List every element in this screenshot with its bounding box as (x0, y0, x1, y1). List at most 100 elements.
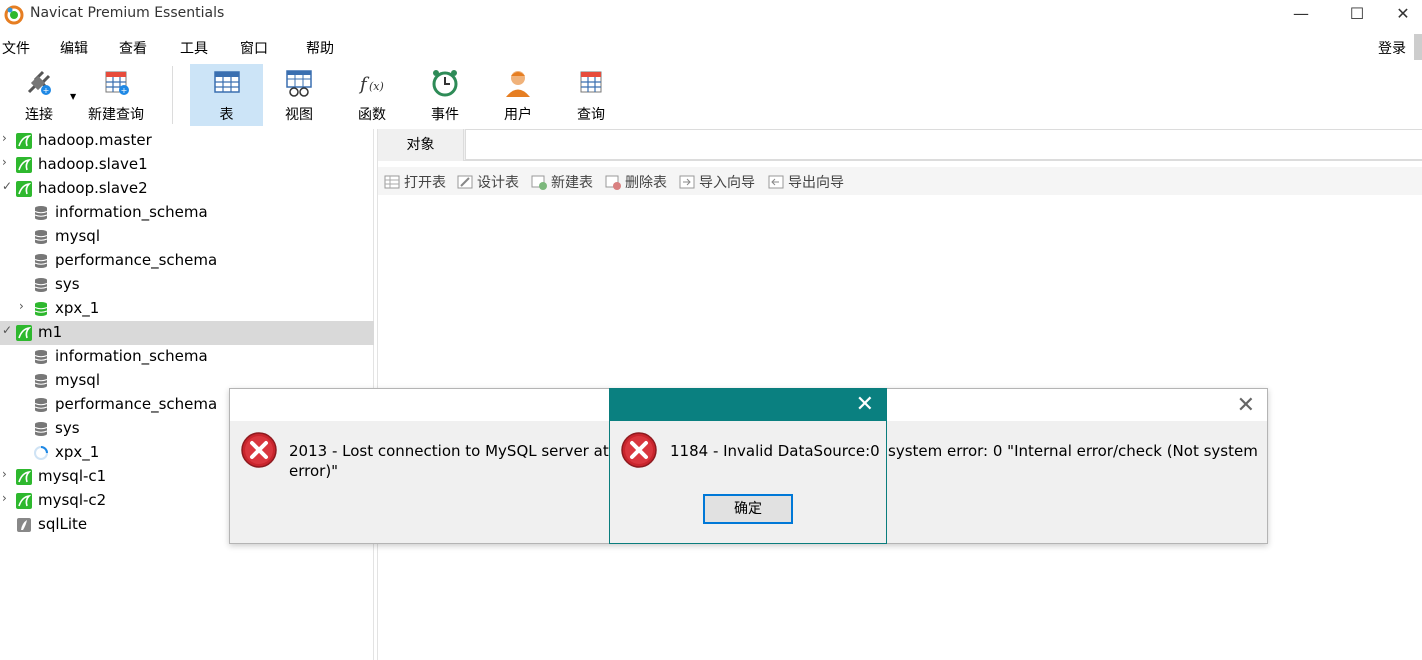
tree-item-label: performance_schema (55, 395, 218, 413)
view-icon (286, 70, 312, 97)
tree-item-label: sys (55, 419, 80, 437)
tree-connection-row[interactable]: › hadoop.master (0, 129, 374, 153)
tree-item-label: hadoop.master (38, 131, 152, 149)
dialog-message: 1184 - Invalid DataSource:0 (670, 442, 880, 460)
export-wizard-button[interactable]: 导出向导 (768, 172, 844, 192)
chevron-right-icon[interactable]: › (2, 131, 14, 145)
object-toolbar: 打开表 设计表 新建表 删除表 导入向导 导出向导 (378, 167, 1422, 195)
open-table-icon (384, 175, 400, 189)
minimize-button[interactable]: — (1278, 0, 1324, 30)
tree-item-label: mysql (55, 371, 100, 389)
chevron-down-icon[interactable]: ✓ (2, 323, 14, 337)
function-button[interactable]: f (x) 函数 (340, 64, 404, 126)
new-query-button[interactable]: + 新建查询 (84, 64, 148, 126)
delete-table-button[interactable]: 删除表 (605, 172, 667, 192)
chevron-down-icon[interactable]: ✓ (2, 179, 14, 193)
event-label: 事件 (431, 107, 459, 123)
menu-tools[interactable]: 工具 (180, 38, 208, 58)
tree-item-label: xpx_1 (55, 299, 100, 317)
loading-icon (33, 445, 49, 461)
menu-view[interactable]: 查看 (119, 38, 147, 58)
tree-database-row[interactable]: information_schema (0, 201, 374, 225)
database-icon (33, 205, 49, 221)
new-table-icon (531, 175, 547, 190)
error-icon (621, 432, 657, 468)
table-button[interactable]: 表 (190, 64, 263, 126)
menu-file[interactable]: 文件 (2, 38, 30, 58)
database-icon (33, 277, 49, 293)
tree-database-row[interactable]: › xpx_1 (0, 297, 374, 321)
query-button[interactable]: 查询 (560, 64, 622, 126)
import-wizard-label: 导入向导 (699, 175, 755, 191)
database-icon (33, 349, 49, 365)
delete-table-label: 删除表 (625, 175, 667, 191)
table-icon (213, 71, 240, 93)
database-icon (33, 421, 49, 437)
user-label: 用户 (504, 107, 532, 123)
window-title: Navicat Premium Essentials (30, 5, 225, 21)
user-icon (506, 71, 530, 97)
svg-text:(x): (x) (369, 80, 384, 93)
svg-text:+: + (121, 86, 128, 95)
tree-item-label: m1 (38, 323, 63, 341)
tree-item-label: xpx_1 (55, 443, 100, 461)
tree-item-label: information_schema (55, 347, 208, 365)
design-table-button[interactable]: 设计表 (457, 172, 519, 192)
tree-connection-row[interactable]: › hadoop.slave1 (0, 153, 374, 177)
tree-connection-row[interactable]: ✓ m1 (0, 321, 374, 345)
import-icon (679, 175, 695, 189)
connect-dropdown-icon[interactable]: ▼ (70, 92, 76, 101)
mysql-connection-icon (16, 157, 32, 173)
query-icon (580, 71, 602, 93)
error-dialog-invalid-datasource: ✕ 1184 - Invalid DataSource:0 确定 (609, 388, 887, 544)
toolbar-separator (172, 66, 173, 124)
delete-table-icon (605, 175, 621, 190)
menu-window[interactable]: 窗口 (240, 38, 268, 58)
open-table-label: 打开表 (404, 175, 446, 191)
mysql-connection-icon (16, 493, 32, 509)
navicat-logo-icon (4, 5, 24, 25)
dialog-close-icon[interactable]: ✕ (856, 392, 874, 417)
import-wizard-button[interactable]: 导入向导 (679, 172, 755, 192)
chevron-right-icon[interactable]: › (2, 467, 14, 481)
chevron-right-icon[interactable]: › (2, 155, 14, 169)
tree-item-label: mysql (55, 227, 100, 245)
tree-database-row[interactable]: information_schema (0, 345, 374, 369)
menu-help[interactable]: 帮助 (306, 38, 334, 58)
user-button[interactable]: 用户 (486, 64, 550, 126)
mysql-connection-icon (16, 325, 32, 341)
view-button[interactable]: 视图 (266, 64, 332, 126)
tree-database-row[interactable]: performance_schema (0, 249, 374, 273)
connect-label: 连接 (25, 107, 53, 123)
function-label: 函数 (358, 107, 386, 123)
login-link[interactable]: 登录 (1378, 38, 1406, 58)
chevron-right-icon[interactable]: › (2, 491, 14, 505)
tree-connection-row[interactable]: ✓ hadoop.slave2 (0, 177, 374, 201)
tree-database-row[interactable]: sys (0, 273, 374, 297)
dialog-close-icon[interactable]: ✕ (1237, 393, 1255, 418)
maximize-button[interactable]: ☐ (1334, 0, 1380, 30)
chevron-right-icon[interactable]: › (19, 299, 31, 313)
new-table-button[interactable]: 新建表 (531, 172, 593, 192)
connect-button[interactable]: + 连接 (14, 64, 64, 126)
tree-item-label: mysql-c2 (38, 491, 107, 509)
dialog-message-tail: system error: 0 "Internal error/check (N… (888, 442, 1258, 460)
menu-edit[interactable]: 编辑 (60, 38, 88, 58)
event-button[interactable]: 事件 (414, 64, 476, 126)
table-label: 表 (219, 107, 234, 123)
title-bar: Navicat Premium Essentials — ☐ ✕ (0, 0, 1422, 30)
tree-item-label: hadoop.slave1 (38, 155, 148, 173)
tab-objects[interactable]: 对象 (378, 129, 464, 161)
close-button[interactable]: ✕ (1380, 0, 1422, 30)
function-icon: f (x) (358, 74, 384, 95)
tab-strip: 对象 (378, 129, 1422, 161)
view-label: 视图 (285, 107, 313, 123)
database-icon (33, 397, 49, 413)
sqlite-connection-icon (16, 517, 32, 533)
tree-database-row[interactable]: mysql (0, 225, 374, 249)
ok-button[interactable]: 确定 (703, 494, 793, 524)
mysql-connection-icon (16, 469, 32, 485)
tree-item-label: information_schema (55, 203, 208, 221)
dialog-message-line2: error)" (289, 462, 339, 480)
open-table-button[interactable]: 打开表 (384, 172, 446, 192)
